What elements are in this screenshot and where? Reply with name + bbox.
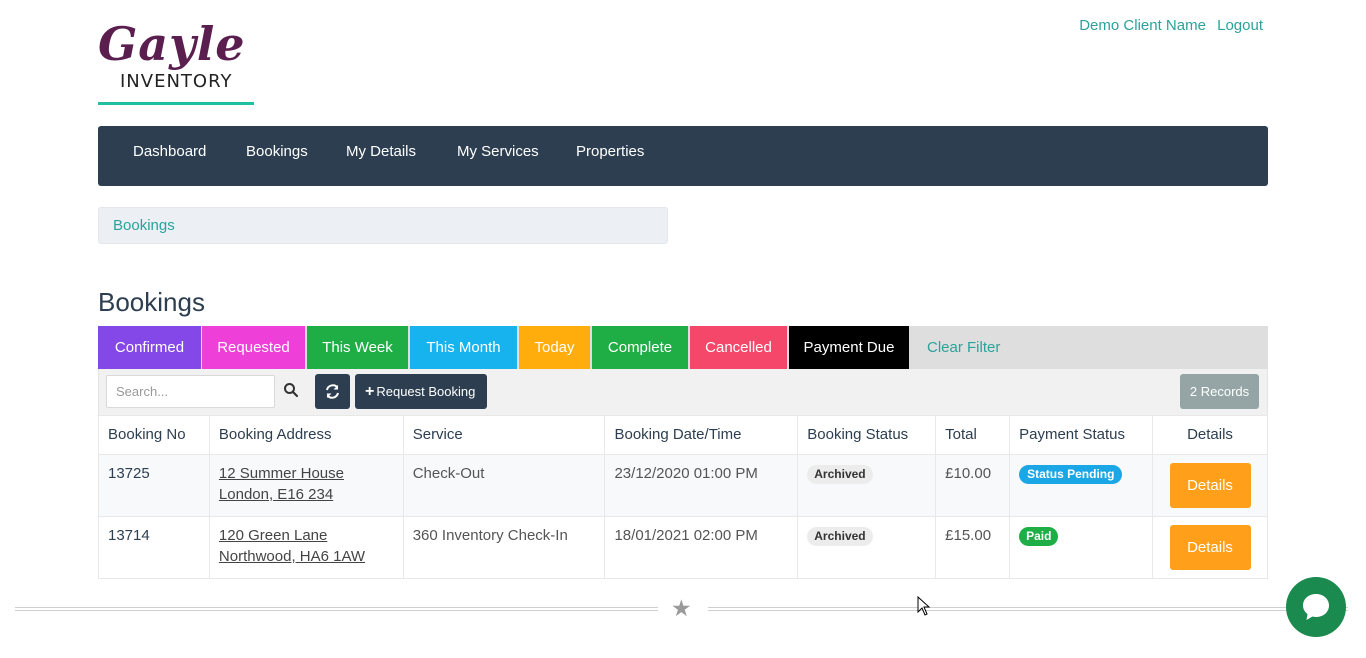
filter-bar: Confirmed Requested This Week This Month… <box>98 326 1268 369</box>
table-toolbar: Search... + Request Booking 2 Records <box>98 369 1268 415</box>
cell-total: £10.00 <box>935 454 1011 517</box>
request-booking-button[interactable]: + Request Booking <box>355 374 487 409</box>
payment-status-badge: Status Pending <box>1019 465 1123 484</box>
status-badge: Archived <box>807 527 873 546</box>
footer-divider-left <box>15 607 658 611</box>
address-line-1[interactable]: 120 Green Lane <box>219 527 327 544</box>
cell-booking-status: Archived <box>797 454 937 517</box>
star-icon: ★ <box>671 595 692 621</box>
header-booking-datetime[interactable]: Booking Date/Time <box>604 415 799 455</box>
search-icon[interactable] <box>283 382 301 400</box>
booking-no: 13714 <box>108 527 150 544</box>
cell-payment-status: Status Pending <box>1009 454 1153 517</box>
breadcrumb: Bookings <box>98 207 668 244</box>
cell-datetime: 23/12/2020 01:00 PM <box>604 454 799 517</box>
cell-service: 360 Inventory Check-In <box>402 516 606 579</box>
chat-bubble-icon <box>1303 594 1329 620</box>
chat-widget-button[interactable] <box>1286 577 1346 637</box>
table-header-row: Booking No Booking Address Service Booki… <box>98 415 1268 455</box>
payment-status-badge: Paid <box>1019 527 1059 546</box>
nav-my-details[interactable]: My Details <box>346 126 416 186</box>
table-row: 13714 120 Green Lane Northwood, HA6 1AW … <box>98 516 1268 579</box>
filter-this-week[interactable]: This Week <box>307 326 408 369</box>
filter-cancelled[interactable]: Cancelled <box>690 326 787 369</box>
logo-underline <box>98 102 254 105</box>
filter-requested[interactable]: Requested <box>202 326 305 369</box>
mouse-cursor-icon <box>917 596 931 616</box>
header-booking-address[interactable]: Booking Address <box>208 415 404 455</box>
header-booking-status[interactable]: Booking Status <box>797 415 937 455</box>
user-name-link[interactable]: Demo Client Name <box>1079 17 1206 34</box>
nav-my-services[interactable]: My Services <box>457 126 539 186</box>
cell-details: Details <box>1152 454 1268 517</box>
records-count-button[interactable]: 2 Records <box>1180 374 1259 409</box>
filter-today[interactable]: Today <box>519 326 590 369</box>
table-row: 13725 12 Summer House London, E16 234 Ch… <box>98 454 1268 517</box>
booking-no: 13725 <box>108 465 150 482</box>
status-badge: Archived <box>807 465 873 484</box>
logo-subtitle: INVENTORY <box>120 71 233 92</box>
footer-divider-right <box>708 607 1348 611</box>
nav-dashboard[interactable]: Dashboard <box>133 126 206 186</box>
cell-service: Check-Out <box>402 454 606 517</box>
cell-booking-address: 12 Summer House London, E16 234 <box>208 454 404 517</box>
filter-payment-due[interactable]: Payment Due <box>789 326 909 369</box>
top-links: Demo Client Name Logout <box>1072 17 1263 34</box>
logo-script: Gayle <box>98 17 246 71</box>
address-line-2[interactable]: Northwood, HA6 1AW <box>219 548 365 565</box>
nav-properties[interactable]: Properties <box>576 126 644 186</box>
refresh-icon <box>326 384 339 399</box>
main-navbar: Dashboard Bookings My Details My Service… <box>98 126 1268 186</box>
logout-link[interactable]: Logout <box>1217 17 1263 34</box>
header-service[interactable]: Service <box>402 415 606 455</box>
header-booking-no[interactable]: Booking No <box>98 415 210 455</box>
header-details: Details <box>1152 415 1268 455</box>
cell-booking-no: 13714 <box>98 516 210 579</box>
header-total[interactable]: Total <box>935 415 1011 455</box>
details-button[interactable]: Details <box>1169 525 1251 570</box>
cell-payment-status: Paid <box>1009 516 1153 579</box>
clear-filter-link[interactable]: Clear Filter <box>927 326 1000 369</box>
plus-icon: + <box>365 383 375 400</box>
bookings-table: Booking No Booking Address Service Booki… <box>98 415 1268 579</box>
cell-booking-status: Archived <box>797 516 937 579</box>
filter-complete[interactable]: Complete <box>592 326 688 369</box>
brand-logo[interactable]: Gayle INVENTORY <box>98 16 254 106</box>
request-booking-label: Request Booking <box>376 384 476 399</box>
breadcrumb-bookings[interactable]: Bookings <box>113 217 175 234</box>
address-line-2[interactable]: London, E16 234 <box>219 486 333 503</box>
cell-booking-no: 13725 <box>98 454 210 517</box>
details-button[interactable]: Details <box>1169 463 1251 508</box>
filter-this-month[interactable]: This Month <box>410 326 517 369</box>
cell-booking-address: 120 Green Lane Northwood, HA6 1AW <box>208 516 404 579</box>
refresh-button[interactable] <box>315 374 350 409</box>
cell-details: Details <box>1152 516 1268 579</box>
address-line-1[interactable]: 12 Summer House <box>219 465 344 482</box>
cell-datetime: 18/01/2021 02:00 PM <box>604 516 799 579</box>
nav-bookings[interactable]: Bookings <box>246 126 308 186</box>
filter-confirmed[interactable]: Confirmed <box>98 326 201 369</box>
header-payment-status[interactable]: Payment Status <box>1009 415 1153 455</box>
page-title: Bookings <box>98 287 205 317</box>
search-input[interactable]: Search... <box>106 375 275 408</box>
cell-total: £15.00 <box>935 516 1011 579</box>
